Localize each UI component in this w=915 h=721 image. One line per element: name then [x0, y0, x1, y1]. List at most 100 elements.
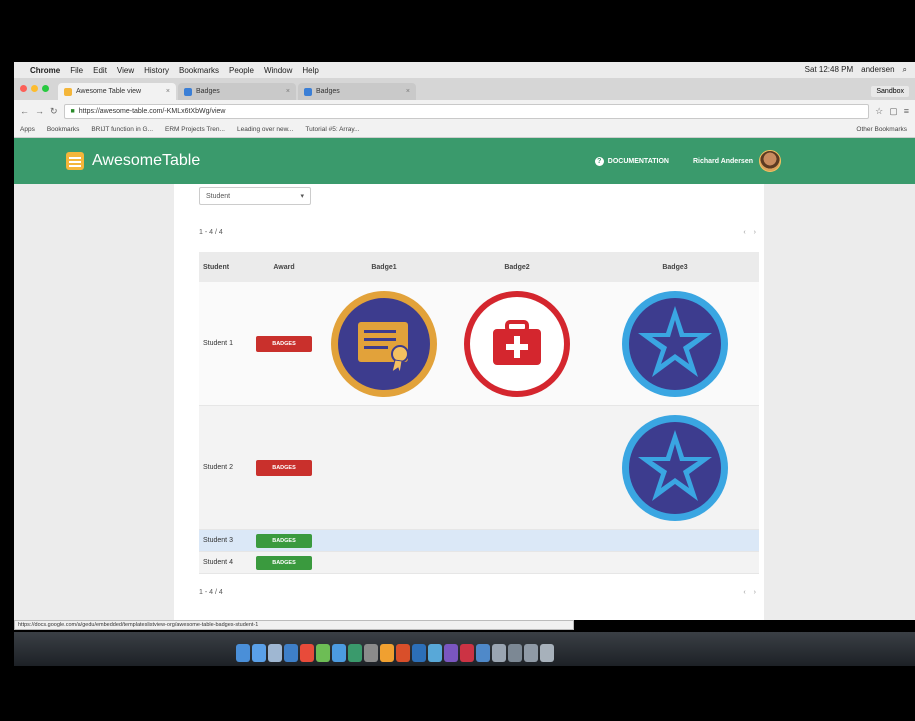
- bookmark-item[interactable]: Tutorial #5: Array...: [305, 126, 359, 133]
- star-bookmark-icon[interactable]: ☆: [875, 106, 883, 117]
- trash-icon[interactable]: [540, 644, 554, 662]
- award-button[interactable]: BADGES: [256, 335, 312, 352]
- award-button[interactable]: BADGES: [256, 533, 312, 548]
- page-margin-right: [764, 184, 915, 620]
- mail-icon[interactable]: [284, 644, 298, 662]
- pager-bottom: 1 - 4 / 4 ‹ ›: [199, 589, 759, 596]
- close-tab-icon[interactable]: ×: [286, 88, 290, 95]
- badge2-cell: [443, 282, 591, 405]
- header-award[interactable]: Award: [243, 264, 325, 271]
- pager-arrows-icon[interactable]: ‹ ›: [743, 589, 759, 596]
- award-button[interactable]: BADGES: [256, 555, 312, 570]
- badge2-cell: [443, 406, 591, 529]
- other-bookmarks[interactable]: Other Bookmarks: [856, 126, 915, 133]
- profile-button[interactable]: Sandbox: [871, 86, 909, 97]
- folder-icon[interactable]: [492, 644, 506, 662]
- tab-badges-2[interactable]: Badges ×: [298, 83, 416, 100]
- avatar[interactable]: [759, 150, 781, 172]
- chrome-icon[interactable]: [300, 644, 314, 662]
- table-row[interactable]: Student 2 BADGES: [199, 406, 759, 530]
- reload-icon[interactable]: ↻: [50, 106, 58, 117]
- bookmarks-bar: Apps Bookmarks BRIJT function in G... ER…: [14, 122, 915, 138]
- header-student[interactable]: Student: [199, 264, 243, 271]
- close-tab-icon[interactable]: ×: [166, 88, 170, 95]
- web-page: AwesomeTable ? DOCUMENTATION Richard And…: [14, 138, 915, 620]
- app-icon[interactable]: [396, 644, 410, 662]
- user-menu[interactable]: Richard Andersen: [693, 150, 781, 172]
- table-row[interactable]: Student 1 BADGES: [199, 282, 759, 406]
- table-header: Student Award Badge1 Badge2 Badge3: [199, 252, 759, 282]
- bookmark-item[interactable]: ERM Projects Tren...: [165, 126, 225, 133]
- app-icon[interactable]: [460, 644, 474, 662]
- badges-table: Student Award Badge1 Badge2 Badge3 Stude…: [199, 252, 759, 574]
- menu-icon[interactable]: ≡: [904, 106, 909, 116]
- menu-edit[interactable]: Edit: [93, 66, 107, 75]
- bookmark-bookmarks[interactable]: Bookmarks: [47, 126, 80, 133]
- menu-view[interactable]: View: [117, 66, 134, 75]
- minimize-window-icon[interactable]: [31, 85, 38, 92]
- menu-people[interactable]: People: [229, 66, 254, 75]
- clock[interactable]: Sat 12:48 PM: [805, 65, 853, 75]
- menu-app-name[interactable]: Chrome: [30, 66, 60, 75]
- back-icon[interactable]: ←: [20, 106, 29, 116]
- bookmark-apps[interactable]: Apps: [20, 126, 35, 133]
- close-tab-icon[interactable]: ×: [406, 88, 410, 95]
- folder-icon[interactable]: [508, 644, 522, 662]
- app-icon[interactable]: [428, 644, 442, 662]
- finder-icon[interactable]: [236, 644, 250, 662]
- filter-value: Student: [206, 192, 231, 200]
- address-bar[interactable]: ■ https://awesome-table.com/-KMLx6tXbWg/…: [63, 103, 870, 119]
- menu-window[interactable]: Window: [264, 66, 292, 75]
- badge3-cell: [591, 406, 759, 529]
- launchpad-icon[interactable]: [252, 644, 266, 662]
- extension-icon[interactable]: ▢: [889, 106, 898, 117]
- safari-icon[interactable]: [268, 644, 282, 662]
- messages-icon[interactable]: [316, 644, 330, 662]
- pager-arrows-icon[interactable]: ‹ ›: [743, 229, 759, 236]
- star-badge-icon: [622, 290, 728, 397]
- app-icon[interactable]: [380, 644, 394, 662]
- tab-awesome-table[interactable]: Awesome Table view ×: [58, 83, 176, 100]
- app-icon[interactable]: [412, 644, 426, 662]
- menu-file[interactable]: File: [70, 66, 83, 75]
- table-row-hovered[interactable]: Student 3 BADGES: [199, 530, 759, 552]
- menu-help[interactable]: Help: [302, 66, 318, 75]
- tab-strip: Awesome Table view × Badges × Badges × S…: [14, 78, 915, 100]
- tab-badges-1[interactable]: Badges ×: [178, 83, 296, 100]
- header-badge2[interactable]: Badge2: [443, 264, 591, 271]
- app-icon[interactable]: [476, 644, 490, 662]
- student-filter-select[interactable]: Student ▾: [199, 187, 311, 205]
- award-button[interactable]: BADGES: [256, 459, 312, 476]
- first-aid-badge-icon: [464, 290, 570, 397]
- menu-user[interactable]: andersen: [861, 65, 894, 75]
- app-header: AwesomeTable ? DOCUMENTATION Richard And…: [14, 138, 915, 184]
- forward-icon[interactable]: →: [35, 106, 44, 116]
- app-icon[interactable]: [348, 644, 362, 662]
- award-cell: BADGES: [243, 552, 325, 573]
- menu-history[interactable]: History: [144, 66, 169, 75]
- app-icon[interactable]: [364, 644, 378, 662]
- header-badge3[interactable]: Badge3: [591, 264, 759, 271]
- header-badge1[interactable]: Badge1: [325, 264, 443, 271]
- brand-name: AwesomeTable: [92, 152, 201, 169]
- bookmark-item[interactable]: BRIJT function in G...: [91, 126, 153, 133]
- documentation-link[interactable]: ? DOCUMENTATION: [594, 156, 669, 166]
- zoom-window-icon[interactable]: [42, 85, 49, 92]
- browser-toolbar: ← → ↻ ■ https://awesome-table.com/-KMLx6…: [14, 100, 915, 122]
- close-window-icon[interactable]: [20, 85, 27, 92]
- table-row[interactable]: Student 4 BADGES: [199, 552, 759, 574]
- tab-favicon-icon: [64, 87, 72, 96]
- screen: Chrome File Edit View History Bookmarks …: [0, 0, 915, 721]
- brand-logo[interactable]: AwesomeTable: [66, 152, 200, 170]
- spotlight-icon[interactable]: ⌕: [903, 65, 907, 75]
- pager-count: 1 - 4 / 4: [199, 589, 223, 596]
- app-icon[interactable]: [444, 644, 458, 662]
- student-name: Student 3: [203, 537, 233, 544]
- menu-bookmarks[interactable]: Bookmarks: [179, 66, 219, 75]
- table-logo-icon: [66, 152, 84, 170]
- app-store-icon[interactable]: [332, 644, 346, 662]
- folder-icon[interactable]: [524, 644, 538, 662]
- bookmark-item[interactable]: Leading over new...: [237, 126, 293, 133]
- badge1-cell: [325, 282, 443, 405]
- tab-label: Badges: [196, 88, 220, 95]
